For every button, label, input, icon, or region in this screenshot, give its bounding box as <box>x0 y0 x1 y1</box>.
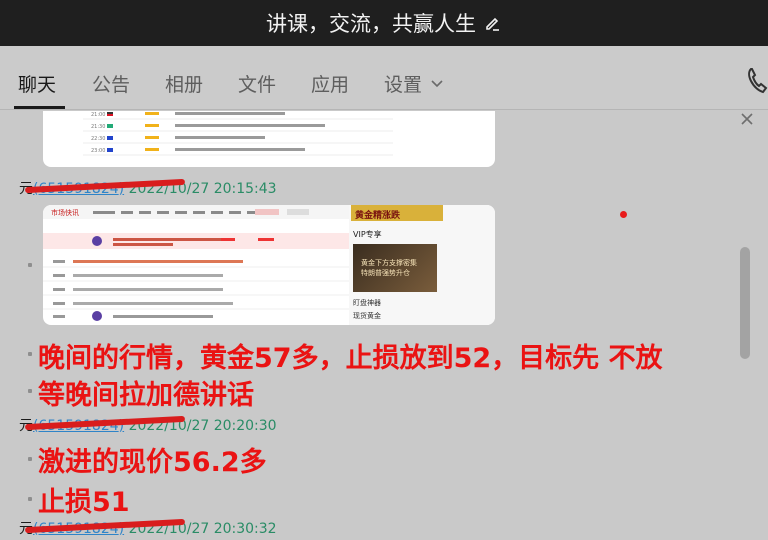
chat-scrollbar[interactable] <box>740 247 750 359</box>
svg-text:22:30: 22:30 <box>91 136 105 142</box>
tab-announcement[interactable]: 公告 <box>92 70 130 97</box>
tab-album[interactable]: 相册 <box>165 70 203 97</box>
shot-side-label: 盯盘神器 <box>353 299 381 307</box>
shot-banner: 黄金精涨跌 <box>351 205 443 221</box>
phone-icon[interactable] <box>746 66 768 94</box>
shot-vip-card: 黄金下方支撑密集 特朗普强势升仓 <box>353 244 437 292</box>
active-tab-indicator <box>14 106 65 109</box>
tab-apps[interactable]: 应用 <box>311 70 349 97</box>
shot-side-label-2: 现货黄金 <box>353 312 381 320</box>
svg-text:21:30: 21:30 <box>91 124 105 130</box>
chevron-down-icon[interactable] <box>430 74 444 88</box>
message-sender-info: 元(651591824) 2022/10/27 20:20:30 <box>19 415 277 434</box>
title-bar: 讲课，交流，共赢人生 <box>0 0 768 46</box>
message-sender-info: 元(651591824) 2022/10/27 20:15:43 <box>19 178 277 197</box>
shared-image-market-news[interactable]: 市场快讯 黄金精涨跌 VIP专享 黄金下方支撑密集 特朗普强势升仓 盯盘神器 现货… <box>43 205 495 325</box>
tab-bar: 聊天 公告 相册 文件 应用 设置 <box>0 46 768 110</box>
shared-image-calendar[interactable]: 21:00 21:30 22:30 23:00 <box>43 111 495 167</box>
svg-text:23:00: 23:00 <box>91 148 105 154</box>
window-title: 讲课，交流，共赢人生 <box>266 12 476 36</box>
message-sender-info: 元(651591824) 2022/10/27 20:30:32 <box>19 518 277 537</box>
red-dot-marker <box>620 211 627 218</box>
tab-chat[interactable]: 聊天 <box>18 70 56 97</box>
message-bullet <box>28 389 32 393</box>
message-bullet <box>28 352 32 356</box>
tab-files[interactable]: 文件 <box>238 70 276 97</box>
svg-text:21:00: 21:00 <box>91 112 105 118</box>
tab-settings[interactable]: 设置 <box>384 70 422 97</box>
message-bullet <box>28 457 32 461</box>
message-text: 止损51 <box>38 487 130 518</box>
message-bullet <box>28 263 32 267</box>
shot-vip-header: VIP专享 <box>353 230 382 239</box>
chat-area[interactable]: 21:00 21:30 22:30 23:00 元(651591824) 2022/1… <box>0 111 768 540</box>
message-text: 等晚间拉加德讲话 <box>38 380 254 411</box>
shot-brand-name: 市场快讯 <box>51 208 79 217</box>
close-icon[interactable] <box>740 111 754 125</box>
message-bullet <box>28 497 32 501</box>
message-text: 激进的现价56.2多 <box>38 447 267 478</box>
message-text: 晚间的行情，黄金57多，止损放到52，目标先 不放 <box>38 343 663 374</box>
edit-icon[interactable] <box>484 14 502 32</box>
